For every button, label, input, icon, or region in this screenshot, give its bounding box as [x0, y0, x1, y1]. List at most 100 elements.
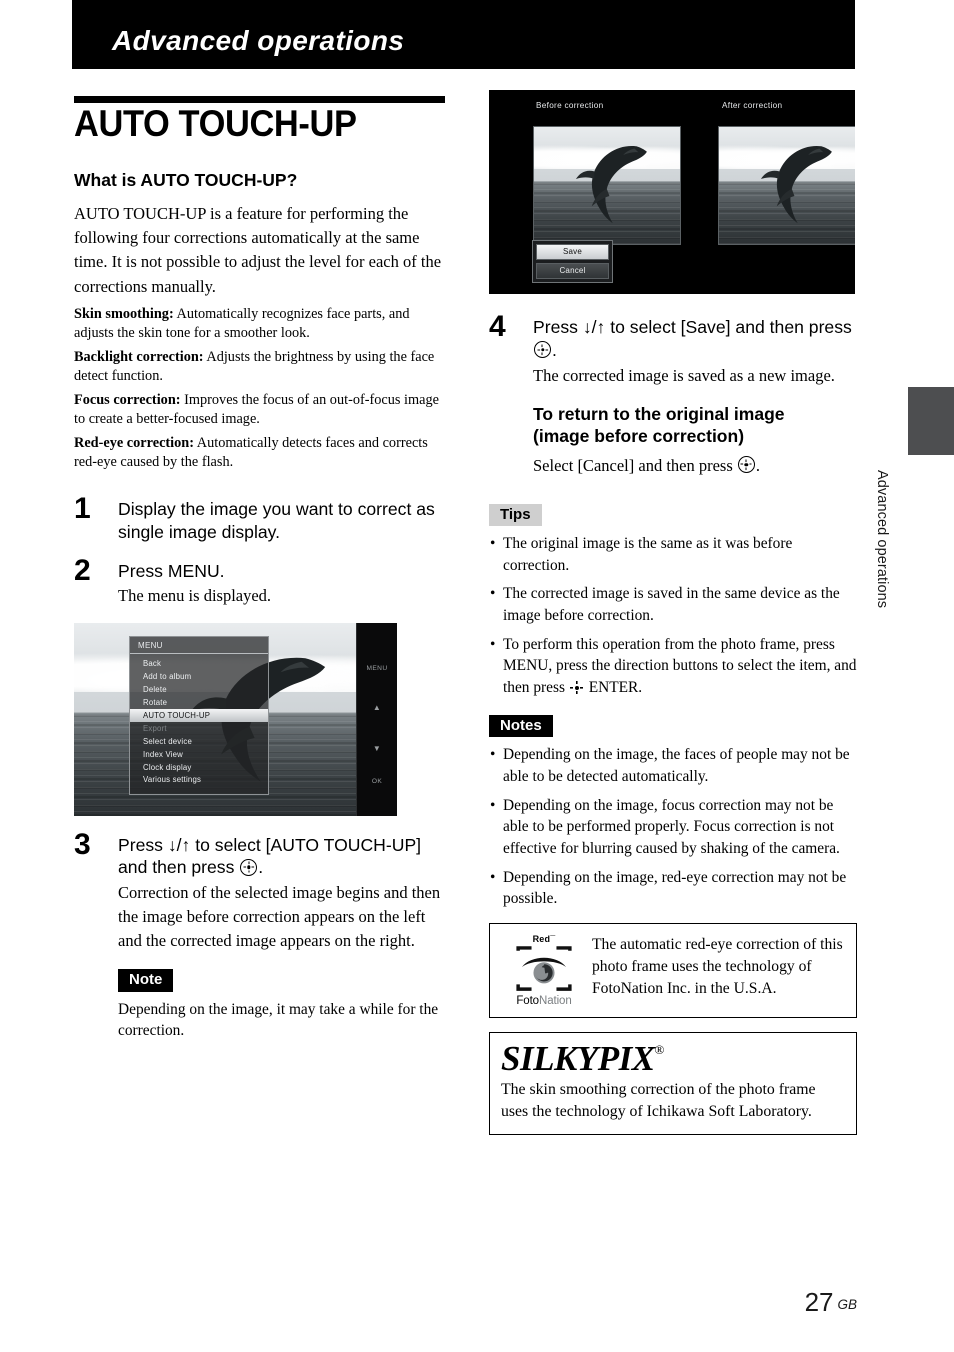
silkypix-registered-mark: ®	[654, 1042, 665, 1058]
edge-tab-label: Advanced operations	[874, 470, 890, 609]
silkypix-wordmark-row: SILKYPIX®	[501, 1039, 845, 1079]
dolphin-illustration	[757, 143, 836, 225]
tips-item-text: To perform this operation from the photo…	[503, 635, 857, 697]
page-number-value: 27	[804, 1287, 834, 1317]
step-1-number: 1	[74, 491, 91, 525]
tips-item-text-end: ENTER.	[588, 679, 643, 697]
step-3: 3 Press ↓/↑ to select [AUTO TOUCH-UP] an…	[74, 829, 444, 1042]
menu-item-export: Export	[143, 723, 167, 733]
menu-item-index-view[interactable]: Index View	[130, 748, 268, 761]
device-menu-panel: MENU Back Add to album Delete Rotate AUT…	[129, 635, 269, 795]
enter-button-icon	[737, 456, 755, 474]
feature-term: Skin smoothing:	[74, 305, 174, 322]
tips-item: The original image is the same as it was…	[489, 533, 857, 576]
fotonation-text: The automatic red-eye correction of this…	[592, 936, 843, 998]
step-4-body: The corrected image is saved as a new im…	[533, 365, 835, 385]
fotonation-wordmark: FotoNation	[516, 995, 571, 1007]
notes-tag: Notes	[489, 714, 553, 738]
device-key-ok[interactable]: OK	[357, 778, 397, 785]
cancel-button[interactable]: Cancel	[536, 263, 609, 279]
tips-list: The original image is the same as it was…	[489, 533, 857, 699]
feature-focus-correction: Focus correction: Improves the focus of …	[74, 391, 444, 429]
device-key-up-icon[interactable]: ▲	[357, 703, 397, 712]
feature-backlight-correction: Backlight correction: Adjusts the bright…	[74, 348, 444, 386]
step-3-heading-period: .	[258, 857, 264, 878]
tips-tag: Tips	[489, 503, 542, 526]
step-3-heading: Press ↓/↑ to select [AUTO TOUCH-UP] and …	[118, 834, 444, 880]
menu-item-auto-touch-up[interactable]: AUTO TOUCH-UP	[130, 709, 268, 723]
tips-item: To perform this operation from the photo…	[489, 634, 857, 699]
feature-skin-smoothing: Skin smoothing: Automatically recognizes…	[74, 305, 444, 343]
page-number: 27 GB	[805, 1287, 857, 1318]
return-original-body-period: .	[755, 455, 761, 475]
silkypix-text: The skin smoothing correction of the pho…	[501, 1080, 816, 1121]
step-4-heading: Press ↓/↑ to select [Save] and then pres…	[533, 316, 857, 362]
step-3-heading-text: Press ↓/↑ to select [AUTO TOUCH-UP] and …	[118, 834, 422, 878]
step-1: 1 Display the image you want to correct …	[74, 493, 444, 544]
feature-red-eye-correction: Red-eye correction: Automatically detect…	[74, 434, 444, 472]
compare-screenshot-figure: Before correction After correction Save …	[489, 90, 855, 294]
fotonation-wordmark-a: Foto	[516, 995, 539, 1008]
device-key-menu[interactable]: MENU	[357, 665, 397, 672]
step-4-heading-period: .	[552, 339, 557, 360]
feature-term: Backlight correction:	[74, 348, 204, 365]
return-original-body: Select [Cancel] and then press .	[533, 454, 857, 478]
device-menu-list: Back Add to album Delete Rotate AUTO TOU…	[130, 654, 268, 787]
section-rule	[74, 96, 445, 103]
left-column: What is AUTO TOUCH-UP? AUTO TOUCH-UP is …	[74, 170, 444, 1047]
fotonation-logo: Red¯ FotoNation	[502, 934, 586, 1007]
feature-term: Red-eye correction:	[74, 434, 195, 451]
right-column: Before correction After correction Save …	[489, 90, 857, 1135]
menu-item-add-to-album[interactable]: Add to album	[130, 670, 268, 683]
fotonation-red-sup: ¯	[550, 934, 556, 945]
silkypix-box: SILKYPIX® The skin smoothing correction …	[489, 1032, 857, 1135]
pane-before-correction	[533, 126, 681, 245]
enter-button-icon	[534, 341, 551, 359]
menu-item-delete[interactable]: Delete	[130, 683, 268, 696]
feature-term: Focus correction:	[74, 391, 181, 408]
note-text: Depending on the image, it may take a wh…	[118, 1000, 439, 1040]
page-locale: GB	[837, 1297, 857, 1312]
menu-item-various-settings[interactable]: Various settings	[130, 774, 268, 787]
device-key-down-icon[interactable]: ▼	[357, 744, 397, 753]
note-tag: Note	[118, 969, 174, 992]
pane-after-correction	[718, 126, 855, 245]
intro-subheading: What is AUTO TOUCH-UP?	[74, 170, 298, 190]
return-original-heading: To return to the original image (image b…	[533, 404, 857, 448]
tips-item: The corrected image is saved in the same…	[489, 583, 857, 626]
return-original-heading-line1: To return to the original image	[533, 403, 785, 424]
step-1-heading: Display the image you want to correct as…	[118, 498, 435, 542]
step-2-heading: Press MENU.	[118, 560, 225, 581]
fotonation-wordmark-b: Nation	[538, 995, 572, 1008]
edge-tab-marker	[908, 387, 954, 455]
label-before-correction: Before correction	[536, 101, 604, 110]
menu-item-back[interactable]: Back	[130, 658, 268, 671]
tips-block: Tips The original image is the same as i…	[489, 503, 857, 699]
save-button[interactable]: Save	[536, 244, 609, 260]
menu-item-clock-display[interactable]: Clock display	[130, 761, 268, 774]
intro-paragraph: AUTO TOUCH-UP is a feature for performin…	[74, 203, 442, 296]
step-2: 2 Press MENU. The menu is displayed.	[74, 555, 444, 609]
step-3-body: Correction of the selected image begins …	[118, 883, 441, 951]
notes-item: Depending on the image, focus correction…	[489, 795, 857, 860]
menu-item-rotate[interactable]: Rotate	[130, 696, 268, 709]
menu-item-select-device[interactable]: Select device	[130, 735, 268, 748]
device-side-key-strip: MENU ▲ ▼ OK	[356, 622, 397, 816]
return-original-body-text: Select [Cancel] and then press	[533, 455, 733, 475]
fotonation-box: Red¯ FotoNation The automatic red-eye co…	[489, 923, 857, 1019]
menu-screenshot-figure: MENU Back Add to album Delete Rotate AUT…	[74, 622, 397, 816]
silkypix-wordmark: SILKYPIX	[501, 1039, 655, 1079]
notes-list: Depending on the image, the faces of peo…	[489, 744, 857, 910]
chapter-banner-title: Advanced operations	[112, 25, 405, 56]
return-original-heading-line2: (image before correction)	[533, 425, 745, 446]
notes-item: Depending on the image, red-eye correcti…	[489, 867, 857, 910]
dolphin-illustration	[572, 143, 651, 225]
page-title: AUTO TOUCH-UP	[74, 103, 357, 144]
step-2-body: The menu is displayed.	[118, 586, 272, 606]
notes-item: Depending on the image, the faces of peo…	[489, 744, 857, 787]
step-3-note-block: Note Depending on the image, it may take…	[118, 969, 444, 1041]
step-3-number: 3	[74, 827, 91, 861]
manual-page: Advanced operations AUTO TOUCH-UP What i…	[0, 0, 954, 1352]
enter-button-icon	[240, 858, 258, 876]
fotonation-red-label: Red¯	[533, 934, 556, 944]
